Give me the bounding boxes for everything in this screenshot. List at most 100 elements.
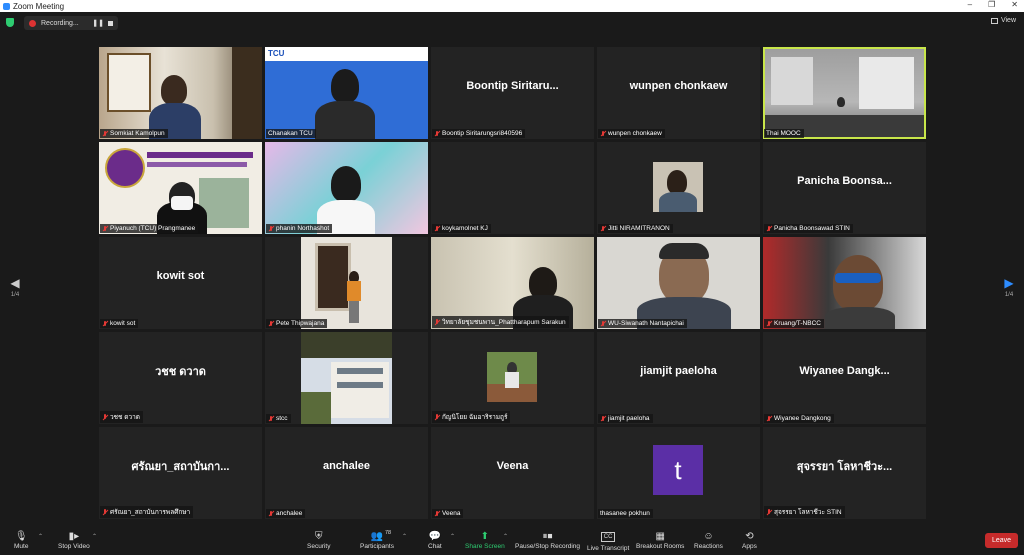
video-tile[interactable]: Veena Veena — [431, 427, 594, 519]
pause-stop-recording-icon: ⏸⏹ — [542, 531, 553, 542]
zoom-logo-icon — [3, 2, 10, 10]
share-screen-button[interactable]: ⬆ Share Screen — [465, 530, 505, 550]
video-tile[interactable]: wunpen chonkaew wunpen chonkaew — [597, 47, 760, 139]
video-tile[interactable]: วิทยาลัยชุมชนพาน_Phattharapum Sarakun — [431, 237, 594, 329]
apps-button[interactable]: ⟲ Apps — [742, 530, 757, 550]
mute-button[interactable]: 🎙 Mute — [14, 530, 28, 550]
muted-mic-icon — [600, 415, 606, 422]
muted-mic-icon — [102, 320, 108, 327]
left-arrow-icon: ◀ — [10, 276, 20, 290]
video-camera-icon: ▮▸ — [68, 531, 80, 542]
security-shield-icon[interactable] — [6, 18, 14, 27]
participant-video — [301, 332, 392, 424]
apps-icon: ⟲ — [745, 531, 754, 542]
video-tile[interactable]: Kruang/T-NBCC — [763, 237, 926, 329]
participant-name-display: kowit sot — [156, 270, 205, 282]
pause-recording-icon[interactable]: ❚❚ — [92, 19, 104, 27]
pause-stop-recording-button[interactable]: ⏸⏹ Pause/Stop Recording — [515, 530, 580, 550]
participant-name-label: กัญนิโยย ฉัมอาริรามฤูร์ — [432, 411, 511, 423]
next-page-button[interactable]: ▶ 1/4 — [1002, 276, 1016, 298]
live-transcript-button[interactable]: CC Live Transcript — [587, 530, 629, 552]
page-indicator-right: 1/4 — [1004, 292, 1014, 298]
video-tile[interactable]: jiamjit paeloha jiamjit paeloha — [597, 332, 760, 424]
participant-video — [99, 47, 262, 139]
participant-avatar-photo — [653, 162, 703, 212]
video-tile[interactable]: Jitti NIRAMITRANON — [597, 142, 760, 234]
participant-video — [301, 237, 392, 329]
video-tile-active-speaker[interactable]: Thai MOOC — [763, 47, 926, 139]
participant-name-label: Somkiat Kamolpun — [100, 129, 168, 138]
video-tile[interactable]: Somkiat Kamolpun — [99, 47, 262, 139]
gallery-grid: Somkiat Kamolpun TCU Chanakan TCU Boonti… — [99, 47, 926, 519]
video-tile[interactable]: t thasanee pokhun — [597, 427, 760, 519]
muted-mic-icon — [268, 320, 274, 327]
muted-mic-icon — [102, 130, 108, 137]
video-options-caret[interactable]: ⌃ — [92, 533, 97, 540]
video-tile[interactable]: anchalee anchalee — [265, 427, 428, 519]
participant-name-display: Panicha Boonsa... — [797, 175, 892, 187]
participant-name-label: koykamolnet KJ — [432, 224, 491, 233]
participant-name-label: Piyanuch (TCU) Prangmanee — [100, 224, 199, 233]
smiley-icon: ☺ — [703, 531, 714, 542]
video-tile[interactable]: Pete Thipwajana — [265, 237, 428, 329]
view-button[interactable]: View — [990, 17, 1016, 24]
participant-name-display: ศรัณยา_สถาบันกา... — [131, 461, 230, 473]
muted-mic-icon — [268, 225, 274, 232]
breakout-rooms-button[interactable]: ▦ Breakout Rooms — [636, 530, 684, 550]
share-options-caret[interactable]: ⌃ — [503, 533, 508, 540]
participant-name-display: Boontip Siritaru... — [466, 80, 559, 92]
participant-name-display — [431, 142, 594, 220]
video-tile[interactable]: Boontip Siritaru... Boontip Siritarungsr… — [431, 47, 594, 139]
muted-mic-icon — [766, 320, 772, 327]
minimize-button[interactable]: – — [968, 0, 972, 9]
close-button[interactable]: ✕ — [1011, 0, 1018, 9]
security-button[interactable]: ⛨ Security — [307, 530, 330, 550]
participant-name-label: anchalee — [266, 509, 306, 518]
tcu-logo-icon: TCU — [268, 49, 285, 58]
muted-mic-icon — [434, 510, 440, 517]
video-tile[interactable]: กัญนิโยย ฉัมอาริรามฤูร์ — [431, 332, 594, 424]
participant-name-display: anchalee — [322, 460, 371, 472]
video-tile[interactable]: Piyanuch (TCU) Prangmanee — [99, 142, 262, 234]
prev-page-button[interactable]: ◀ 1/4 — [8, 276, 22, 298]
video-tile[interactable]: koykamolnet KJ — [431, 142, 594, 234]
maximize-button[interactable]: ❐ — [988, 0, 995, 9]
participant-video — [763, 237, 926, 329]
participant-name-label: ศรัณยา_สถาบันการพลศึกษา — [100, 506, 194, 518]
video-tile[interactable]: Panicha Boonsa... Panicha Boonsawad STIN — [763, 142, 926, 234]
video-tile[interactable]: phanin Northashot — [265, 142, 428, 234]
page-indicator-left: 1/4 — [10, 292, 20, 298]
participant-name-label: stcc — [266, 414, 291, 423]
chat-button[interactable]: 💬 Chat — [428, 530, 442, 550]
video-tile[interactable]: stcc — [265, 332, 428, 424]
audio-options-caret[interactable]: ⌃ — [38, 533, 43, 540]
video-tile[interactable]: สุจรรยา โลหาชีวะ... สุจรรยา โลหาชีวะ STI… — [763, 427, 926, 519]
security-shield-icon: ⛨ — [314, 531, 323, 542]
participant-name-display: Veena — [496, 460, 529, 472]
microphone-icon: 🎙 — [14, 531, 28, 542]
muted-mic-icon — [268, 415, 274, 422]
video-tile[interactable]: วชช ดวาด วชช ดวาด — [99, 332, 262, 424]
participant-name-display: วชช ดวาด — [155, 366, 206, 378]
chat-options-caret[interactable]: ⌃ — [450, 533, 455, 540]
reactions-button[interactable]: ☺ Reactions — [694, 530, 723, 550]
participant-video — [597, 237, 760, 329]
participant-name-label: Chanakan TCU — [266, 129, 316, 138]
ministry-seal-icon — [105, 148, 145, 188]
video-tile[interactable]: Wiyanee Dangk... Wiyanee Dangkong — [763, 332, 926, 424]
recording-dot-icon — [29, 19, 36, 27]
video-tile[interactable]: WU-Siwanath Nantapichai — [597, 237, 760, 329]
stop-video-button[interactable]: ▮▸ Stop Video — [58, 530, 90, 550]
participants-options-caret[interactable]: ⌃ — [402, 533, 407, 540]
stop-recording-icon[interactable] — [108, 20, 113, 26]
muted-mic-icon — [766, 225, 772, 232]
video-tile[interactable]: ศรัณยา_สถาบันกา... ศรัณยา_สถาบันการพลศึก… — [99, 427, 262, 519]
muted-mic-icon — [102, 509, 108, 515]
leave-button[interactable]: Leave — [985, 533, 1018, 548]
video-tile[interactable]: TCU Chanakan TCU — [265, 47, 428, 139]
muted-mic-icon — [600, 225, 606, 232]
participant-name-label: Boontip Siritarungsri840596 — [432, 129, 526, 138]
muted-mic-icon — [434, 319, 440, 325]
video-tile[interactable]: kowit sot kowit sot — [99, 237, 262, 329]
participant-name-label: WU-Siwanath Nantapichai — [598, 319, 687, 328]
